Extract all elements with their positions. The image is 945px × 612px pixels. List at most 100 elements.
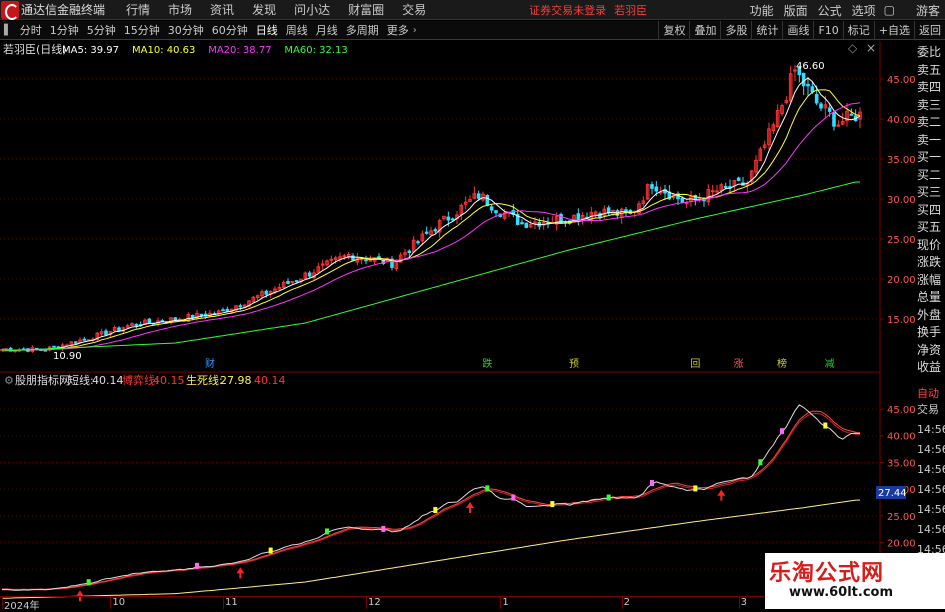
- trade-time: 14:56: [917, 523, 945, 536]
- signal-bar: [433, 507, 438, 514]
- trade-label[interactable]: 交易: [917, 402, 945, 418]
- signal-bar: [86, 579, 91, 586]
- shengsi-line-value: 27.98: [220, 374, 252, 387]
- menu-item-caifuquan[interactable]: 财富圈: [339, 1, 393, 18]
- minimize-icon[interactable]: ▢: [881, 3, 898, 17]
- quote-field-label: 收益: [917, 360, 942, 374]
- main-grid: [0, 78, 880, 320]
- huaxian-button[interactable]: 画线: [782, 21, 813, 40]
- main-chart-title: 若羽臣(日线): [3, 42, 67, 56]
- candle-body: [485, 194, 490, 206]
- period-60min[interactable]: 60分钟: [208, 22, 252, 38]
- candle-body: [715, 190, 719, 193]
- app-logo-icon: [1, 0, 19, 20]
- menu-item-zixun[interactable]: 资讯: [201, 1, 243, 18]
- period-30min[interactable]: 30分钟: [164, 22, 208, 38]
- extra-value: 40.14: [254, 374, 286, 387]
- x-axis: 2024年 10 11 12 1 2 3: [0, 596, 880, 612]
- candle-body: [82, 338, 87, 341]
- back-button[interactable]: 返回: [914, 21, 945, 40]
- candle-body: [342, 255, 347, 258]
- stock-name-title: 若羽臣: [614, 3, 648, 17]
- diejia-button[interactable]: 叠加: [689, 21, 720, 40]
- indicator-tick-label: 25.00: [887, 512, 916, 523]
- candle-body: [104, 330, 108, 336]
- trade-time: 14:56: [917, 463, 945, 476]
- period-daily[interactable]: 日线: [252, 22, 282, 38]
- candle-body: [364, 259, 368, 262]
- f10-button[interactable]: F10: [813, 21, 842, 40]
- menu-item-shichang[interactable]: 市场: [159, 1, 201, 18]
- biaoji-button[interactable]: 标记: [842, 21, 874, 40]
- menu-item-jiaoyi[interactable]: 交易: [393, 1, 435, 18]
- collapse-icon[interactable]: ◇: [848, 41, 858, 55]
- candle-body: [199, 313, 204, 316]
- signal-bar: [268, 547, 273, 554]
- menu-item-hangqing[interactable]: 行情: [117, 1, 159, 18]
- period-monthly[interactable]: 月线: [312, 22, 342, 38]
- main-tick-label: 45.00: [887, 75, 916, 86]
- quote-field-label: 委比: [917, 45, 942, 59]
- period-15min[interactable]: 15分钟: [120, 22, 164, 38]
- menu-gongneng[interactable]: 功能: [745, 2, 779, 19]
- period-weekly[interactable]: 周线: [282, 22, 312, 38]
- quote-field-label: 买一: [917, 150, 942, 164]
- candle-body: [52, 345, 56, 348]
- quote-field-label: 换手: [917, 325, 942, 339]
- event-marker: 减: [825, 358, 835, 370]
- watermark-url: www.60lt.com: [789, 585, 894, 600]
- candle-body: [710, 190, 715, 193]
- trade-time: 14:56: [917, 483, 945, 496]
- main-tick-label: 30.00: [887, 195, 916, 206]
- x-axis-tick: [2, 597, 3, 609]
- indicator-name: 股朋指标网: [15, 373, 70, 387]
- period-fenshi[interactable]: 分时: [16, 22, 46, 38]
- add-watchlist-button[interactable]: +自选: [873, 21, 914, 40]
- menu-item-faxian[interactable]: 发现: [243, 1, 285, 18]
- quote-field-label: 卖三: [917, 97, 942, 112]
- chevron-right-icon[interactable]: ›: [413, 25, 417, 36]
- menu-toggle-icon[interactable]: ▌: [0, 25, 16, 36]
- close-icon[interactable]: ×: [866, 41, 876, 55]
- menu-banmian[interactable]: 版面: [779, 2, 813, 19]
- login-status[interactable]: 证券交易未登录: [529, 2, 606, 18]
- menu-xuanxiang[interactable]: 选项: [847, 2, 881, 19]
- x-axis-label: 3: [740, 597, 748, 608]
- x-axis-tick: [366, 597, 367, 609]
- current-value-badge: 27.44: [878, 488, 907, 499]
- ma-legend-item: MA60: 32.13: [284, 45, 347, 56]
- candle-body: [520, 222, 524, 225]
- indicator-tick-label: 45.00: [887, 405, 916, 416]
- signal-bar: [606, 494, 611, 501]
- candle-body: [117, 327, 121, 331]
- signal-bar: [550, 501, 555, 508]
- gear-icon[interactable]: ⚙: [4, 374, 14, 387]
- fuquan-button[interactable]: 复权: [658, 21, 689, 40]
- signal-bar: [195, 562, 199, 569]
- quote-field-label: 买四: [917, 202, 942, 217]
- period-more[interactable]: 更多: [383, 22, 413, 38]
- quote-field-label: 买三: [917, 185, 942, 199]
- ma20-line: [1, 102, 861, 351]
- candle-body: [329, 258, 334, 261]
- period-5min[interactable]: 5分钟: [83, 22, 120, 38]
- duogu-button[interactable]: 多股: [720, 21, 751, 40]
- menu-gongshi[interactable]: 公式: [813, 2, 847, 19]
- event-marker: 预: [569, 358, 579, 370]
- period-1min[interactable]: 1分钟: [46, 22, 83, 38]
- candle-body: [827, 107, 832, 112]
- chart-area[interactable]: 若羽臣(日线) MA5: 39.97 MA10: 40.63 MA20: 38.77…: [0, 41, 945, 609]
- boyi-line-value: 40.15: [153, 374, 185, 387]
- tongji-button[interactable]: 统计: [751, 21, 782, 40]
- indicator-lines: [1, 404, 861, 599]
- user-label[interactable]: 游客: [898, 2, 945, 19]
- candle-body: [446, 216, 451, 221]
- short-line-value: 40.14: [92, 374, 124, 387]
- period-multi[interactable]: 多周期: [342, 22, 383, 38]
- signal-bar: [325, 528, 329, 535]
- candle-body: [476, 193, 481, 199]
- indicator-tick-label: 20.00: [887, 539, 916, 550]
- menu-item-wenxiaoda[interactable]: 问小达: [285, 1, 339, 18]
- auto-label[interactable]: 自动: [917, 386, 945, 402]
- candle-body: [654, 186, 659, 192]
